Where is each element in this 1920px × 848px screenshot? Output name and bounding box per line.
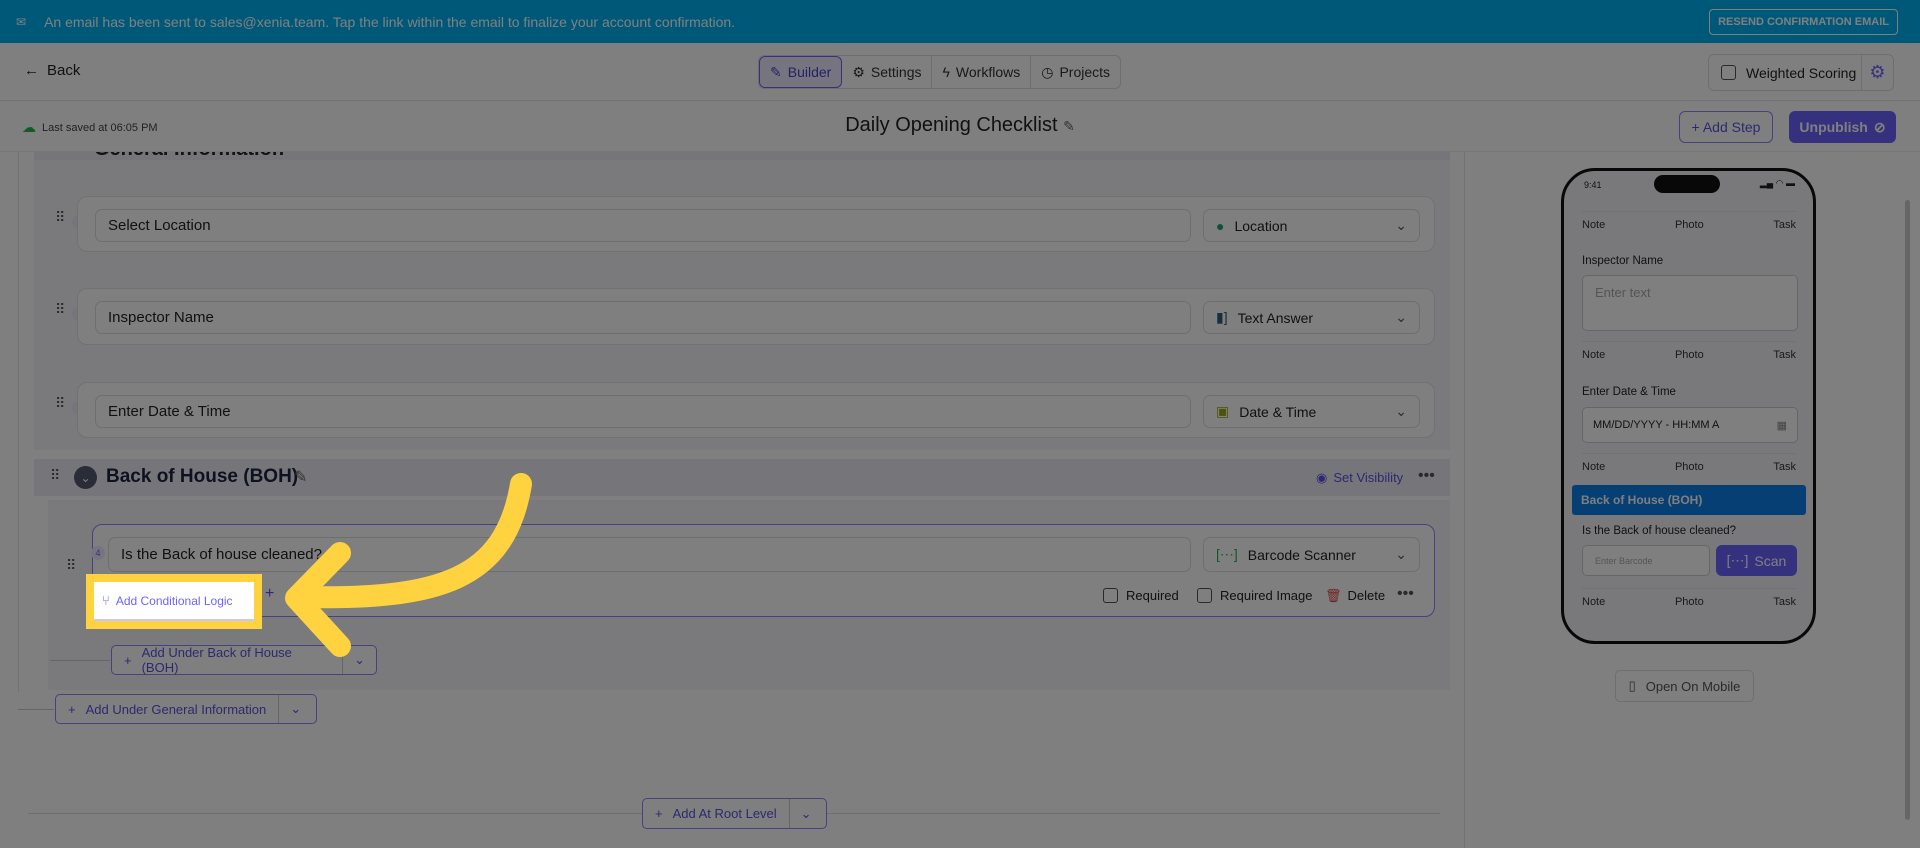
pointer-arrow-icon [285,473,532,657]
